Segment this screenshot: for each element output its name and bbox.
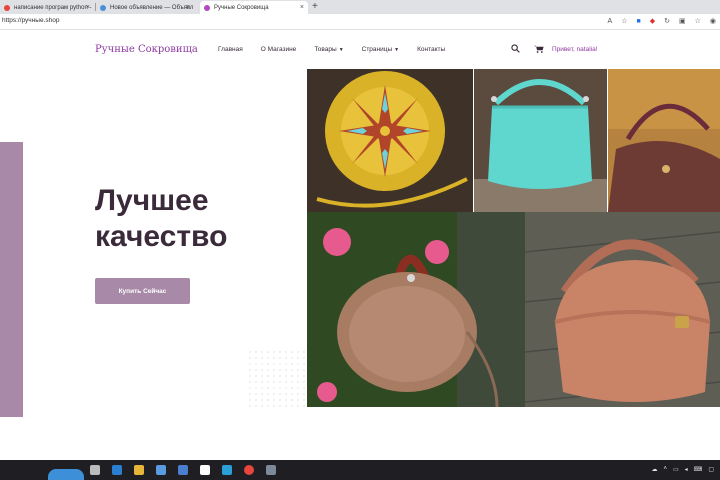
headline-line-2: качество (95, 220, 228, 253)
read-aloud-icon[interactable]: A (608, 16, 613, 27)
nav-pages[interactable]: Страницы ▼ (362, 46, 399, 53)
photo-brown-bag (608, 69, 720, 212)
hero-headline: Лучшее качество (95, 183, 295, 255)
shield-icon[interactable]: ■ (636, 16, 640, 27)
favicon-icon (100, 4, 106, 11)
profile-icon[interactable]: ◉ (710, 16, 716, 27)
decorative-band (0, 142, 23, 417)
headline-line-1: Лучшее (95, 184, 209, 217)
nav-products-label: Товары (314, 46, 337, 53)
app-icon[interactable] (266, 465, 276, 475)
search-icon[interactable] (511, 44, 520, 53)
browser-tab-strip: написание програм python - × Новое объяв… (0, 0, 720, 14)
tab-label: Новое объявление — Объявл (110, 4, 194, 11)
favicon-icon (204, 4, 210, 11)
site-logo[interactable]: Ручные Сокровища (95, 44, 198, 55)
web-page: Ручные Сокровища Главная О Магазине Това… (0, 31, 720, 460)
extension-icon[interactable]: ◆ (650, 16, 655, 27)
photo-coral-bag (525, 212, 720, 407)
nav-about[interactable]: О Магазине (261, 46, 297, 53)
main-nav: Главная О Магазине Товары ▼ Страницы ▼ Кон… (218, 46, 463, 53)
photo-yellow-round-bag (307, 69, 473, 212)
refresh-icon[interactable]: ↻ (664, 16, 670, 27)
tab-new-listing[interactable]: Новое объявление — Объявл × (96, 1, 194, 14)
browser-toolbar: A ☆ ■ ◆ ↻ ▣ ☆ ◉ (608, 16, 716, 27)
nav-products[interactable]: Товары ▼ (314, 46, 343, 53)
buy-now-button[interactable]: Купить Сейчас (95, 278, 190, 304)
url-field[interactable]: https://ручные.shop (2, 17, 59, 24)
close-icon[interactable]: × (186, 4, 190, 11)
amazon-icon[interactable] (200, 465, 210, 475)
close-icon[interactable]: × (86, 4, 90, 11)
tab-label: написание програм python - (14, 4, 92, 11)
collections-icon[interactable]: ▣ (679, 16, 686, 27)
favorites-icon[interactable]: ☆ (695, 16, 701, 27)
nav-pages-label: Страницы (361, 46, 393, 53)
start-icon[interactable] (48, 469, 84, 480)
mail-icon[interactable] (178, 465, 188, 475)
file-explorer-icon[interactable] (134, 465, 144, 475)
app-icon[interactable] (222, 465, 232, 475)
address-bar: https://ручные.shop A ☆ ■ ◆ ↻ ▣ ☆ ◉ (0, 14, 720, 30)
caret-down-icon: ▼ (338, 47, 344, 53)
edge-icon[interactable] (112, 465, 122, 475)
favorite-star-icon[interactable]: ☆ (621, 16, 627, 27)
close-icon[interactable]: × (300, 4, 304, 11)
tab-label: Ручные Сокровища (214, 4, 269, 11)
caret-down-icon: ▼ (394, 47, 400, 53)
tab-active-shop[interactable]: Ручные Сокровища × (200, 1, 308, 14)
nav-home[interactable]: Главная (218, 46, 243, 53)
tab-python[interactable]: написание програм python - × (0, 1, 94, 14)
user-greeting[interactable]: Привет, natalia! (552, 46, 598, 53)
weather-icon[interactable]: ☁ (651, 466, 657, 473)
chevron-up-icon[interactable]: ˄ (663, 466, 667, 473)
network-icon[interactable]: ▭ (673, 466, 679, 473)
notifications-icon[interactable]: ▢ (708, 466, 714, 473)
photo-turquoise-bag (474, 69, 607, 212)
volume-icon[interactable]: ◂ (685, 466, 688, 473)
photo-beige-round-bag (307, 212, 525, 407)
nav-contacts[interactable]: Контакты (417, 46, 445, 53)
chrome-icon[interactable] (244, 465, 254, 475)
os-taskbar: ☁ ˄ ▭ ◂ ⌨ ▢ (0, 460, 720, 480)
system-tray: ☁ ˄ ▭ ◂ ⌨ ▢ (651, 466, 714, 473)
store-icon[interactable] (156, 465, 166, 475)
task-view-icon[interactable] (90, 465, 100, 475)
new-tab-button[interactable]: + (312, 1, 318, 13)
cart-icon[interactable] (534, 45, 544, 53)
keyboard-icon[interactable]: ⌨ (694, 466, 703, 473)
favicon-icon (4, 4, 10, 11)
